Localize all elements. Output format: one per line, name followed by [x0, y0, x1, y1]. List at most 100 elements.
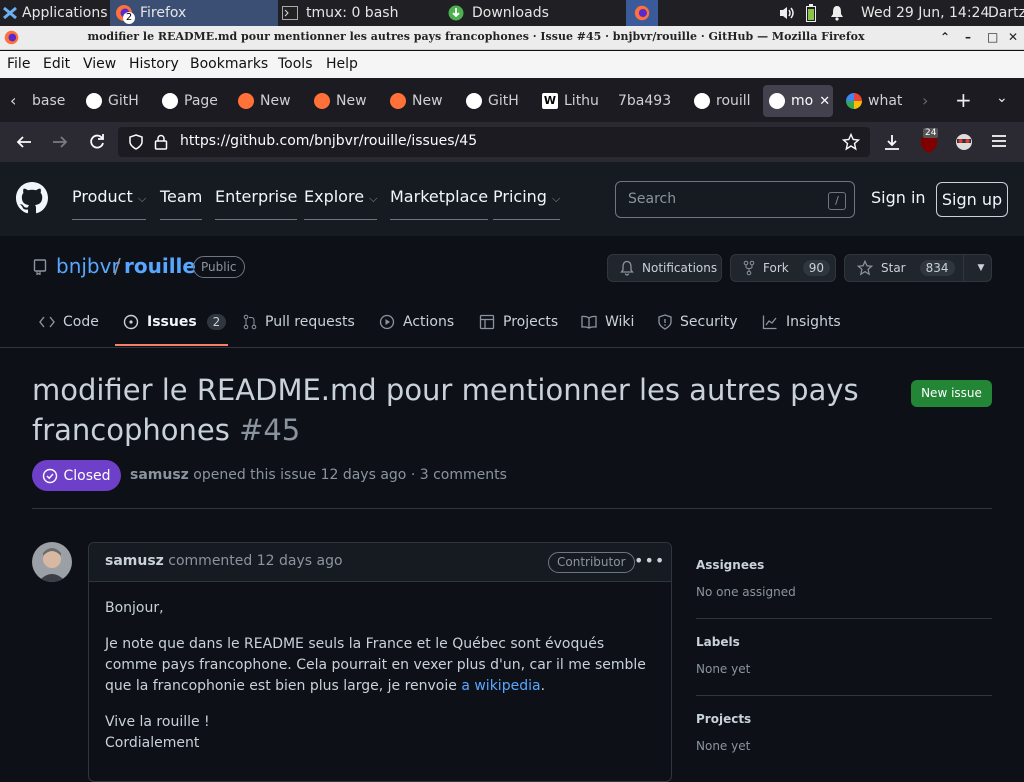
tab-github[interactable]: GitHub	[86, 85, 140, 117]
issue-number: #45	[239, 413, 301, 447]
github-logo-icon[interactable]	[16, 182, 48, 214]
nav-explore[interactable]: Explore ⌵	[304, 187, 378, 220]
graph-icon	[762, 314, 778, 330]
tab-lithuania[interactable]: W Lithu	[542, 85, 598, 117]
sidebar-divider	[696, 695, 992, 696]
tabs-scroll-left-icon[interactable]: ‹	[10, 91, 16, 110]
shield-icon[interactable]	[128, 134, 144, 150]
issue-title-text: modifier le README.md pour mentionner le…	[32, 373, 859, 447]
github-search-input[interactable]: Search /	[615, 181, 855, 218]
tab-rouille[interactable]: rouille	[694, 85, 750, 117]
menu-help[interactable]: Help	[326, 56, 358, 72]
nav-label: Pricing	[493, 187, 547, 206]
tab-pull-requests[interactable]: Pull requests	[243, 314, 355, 330]
window-maximize-icon[interactable]: □	[987, 30, 998, 44]
ublock-origin-icon[interactable]: 24	[919, 128, 941, 154]
notifications-button[interactable]: Notifications	[607, 254, 722, 282]
issue-author-link[interactable]: samusz	[130, 467, 189, 483]
window-minimize-icon[interactable]: –	[965, 30, 971, 44]
nav-team[interactable]: Team	[160, 187, 203, 220]
comment-author-link[interactable]: samusz	[105, 553, 164, 569]
tab-code[interactable]: Code	[39, 314, 99, 330]
repo-owner-link[interactable]: bnjbvr	[56, 254, 120, 278]
tab-commit[interactable]: 7ba493	[618, 85, 672, 117]
menu-tools[interactable]: Tools	[278, 56, 313, 72]
forward-arrow-icon[interactable]	[51, 134, 69, 150]
sidebar-assignees-value: No one assigned	[696, 585, 796, 599]
wikipedia-link[interactable]: a wikipedia	[461, 678, 540, 694]
nav-product[interactable]: Product ⌵	[72, 187, 147, 220]
tab-label: Actions	[403, 314, 455, 330]
menu-bookmarks[interactable]: Bookmarks	[190, 56, 268, 72]
window-title: modifier le README.md pour mentionner le…	[87, 30, 865, 43]
google-icon	[846, 93, 862, 109]
nav-pricing[interactable]: Pricing ⌵	[493, 187, 561, 220]
window-close-icon[interactable]: ✕	[1008, 30, 1018, 44]
reload-icon[interactable]	[88, 133, 106, 151]
tab-issues[interactable]: Issues 2	[123, 314, 227, 330]
tab-close-icon[interactable]: ✕	[819, 94, 830, 109]
nav-enterprise[interactable]: Enterprise	[215, 187, 298, 220]
window-minimize-up-icon[interactable]: ⌃	[940, 30, 950, 44]
tab-security[interactable]: Security	[658, 314, 738, 330]
tab-actions[interactable]: Actions	[379, 314, 454, 330]
volume-icon[interactable]	[778, 0, 798, 26]
comment-timestamp[interactable]: commented 12 days ago	[168, 553, 342, 569]
taskbar-firefox-small-button[interactable]	[626, 0, 658, 26]
tab-new-2[interactable]: New	[314, 85, 368, 117]
issues-count: 2	[206, 314, 227, 330]
star-dropdown-caret-icon[interactable]: ▼	[962, 255, 984, 281]
applications-menu[interactable]: Applications	[2, 0, 108, 26]
notification-bell-icon[interactable]	[830, 0, 846, 26]
search-shortcut-key: /	[828, 192, 846, 210]
lock-icon[interactable]	[154, 134, 168, 150]
privacy-extension-icon[interactable]	[954, 133, 974, 151]
bookmark-star-icon[interactable]	[842, 133, 860, 151]
tab-insights[interactable]: Insights	[762, 314, 841, 330]
tab-base[interactable]: base	[32, 85, 66, 117]
sign-in-link[interactable]: Sign in	[871, 188, 926, 207]
repo-icon	[33, 259, 47, 275]
tab-label: base	[32, 93, 66, 109]
new-issue-button[interactable]: New issue	[911, 380, 992, 407]
star-icon	[857, 260, 873, 276]
back-arrow-icon[interactable]	[15, 134, 33, 150]
sidebar-assignees-heading[interactable]: Assignees	[696, 558, 764, 572]
github-icon	[694, 93, 710, 109]
taskbar-tmux-button[interactable]: tmux: 0 bash	[282, 0, 442, 26]
sidebar-labels-heading[interactable]: Labels	[696, 635, 740, 649]
repo-name-link[interactable]: rouille	[124, 254, 196, 278]
fork-button[interactable]: Fork 90	[730, 254, 836, 282]
tab-github-2[interactable]: GitHub	[466, 85, 520, 117]
taskbar-downloads-button[interactable]: Downloads	[448, 0, 618, 26]
tab-new-3[interactable]: New	[390, 85, 444, 117]
list-all-tabs-icon[interactable]: ⌄	[996, 90, 1008, 106]
hamburger-menu-icon[interactable]	[991, 134, 1007, 148]
menu-file[interactable]: File	[7, 56, 30, 72]
downloads-icon[interactable]	[883, 133, 901, 151]
battery-icon[interactable]	[806, 0, 820, 26]
kebab-menu-icon[interactable]: •••	[634, 551, 665, 570]
tab-label: GitHub	[488, 93, 520, 109]
tabs-scroll-right-icon[interactable]: ›	[922, 91, 928, 110]
tab-page[interactable]: Page	[162, 85, 218, 117]
tab-google-search[interactable]: what	[846, 85, 906, 117]
tab-projects[interactable]: Projects	[479, 314, 558, 330]
menu-history[interactable]: History	[129, 56, 179, 72]
tab-new-1[interactable]: New	[238, 85, 292, 117]
sign-up-button[interactable]: Sign up	[936, 182, 1008, 217]
sidebar-projects-heading[interactable]: Projects	[696, 712, 751, 726]
menu-edit[interactable]: Edit	[43, 56, 70, 72]
tab-wiki[interactable]: Wiki	[581, 314, 634, 330]
taskbar-firefox-button[interactable]: 2 Firefox	[110, 0, 278, 26]
menu-view[interactable]: View	[83, 56, 116, 72]
nav-marketplace[interactable]: Marketplace	[390, 187, 489, 220]
user-menu[interactable]: Dartz	[988, 0, 1024, 26]
new-tab-icon[interactable]: +	[955, 88, 972, 112]
clock[interactable]: Wed 29 Jun, 14:24	[861, 0, 989, 26]
tab-current-issue[interactable]: mo ✕	[763, 85, 833, 117]
avatar[interactable]	[32, 542, 72, 582]
menu-bar: File Edit View History Bookmarks Tools H…	[0, 51, 1024, 78]
url-bar[interactable]: https://github.com/bnjbvr/rouille/issues…	[118, 127, 870, 157]
star-button[interactable]: Star 834 ▼	[844, 254, 992, 282]
